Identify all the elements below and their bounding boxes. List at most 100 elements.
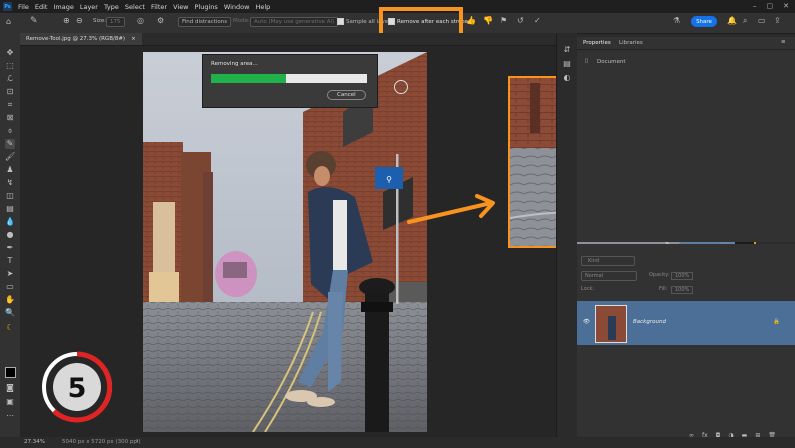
- layer-row-background[interactable]: 👁 Background 🔒: [577, 301, 795, 345]
- opacity-input[interactable]: 100%: [671, 272, 694, 280]
- blend-mode-select[interactable]: Normal: [581, 271, 637, 281]
- search-icon[interactable]: ⌕: [743, 16, 747, 26]
- zoom-tool-icon[interactable]: 🔍: [5, 308, 15, 318]
- remove-tool-icon[interactable]: ✎: [5, 139, 15, 149]
- zoom-readout[interactable]: 27.34%: [24, 439, 45, 445]
- photo-canvas[interactable]: ⚲: [143, 52, 427, 432]
- street-photo: ⚲: [143, 52, 427, 432]
- adjustments-icon[interactable]: ◐: [562, 73, 572, 83]
- eye-icon[interactable]: 👁: [583, 319, 590, 325]
- foreground-color-swatch[interactable]: [5, 367, 16, 378]
- brush-subtract-icon[interactable]: ⊖: [76, 16, 83, 25]
- flask-icon[interactable]: ⚗: [673, 16, 680, 25]
- brush-cursor: [394, 80, 408, 94]
- object-select-tool-icon[interactable]: ⊡: [5, 87, 15, 97]
- frame-tool-icon[interactable]: ⊠: [5, 113, 15, 123]
- minimize-icon[interactable]: –: [753, 2, 757, 10]
- document-tab-title: Remove-Tool.jpg @ 27.3% (RGB/8#): [26, 36, 126, 42]
- layer-filter-placeholder: Kind: [588, 258, 600, 264]
- cancel-button[interactable]: Cancel: [327, 90, 366, 100]
- menu-file[interactable]: File: [18, 3, 29, 11]
- mode-select[interactable]: Auto (May use generative AI): [250, 17, 339, 27]
- brush-tool-icon[interactable]: 🖌: [5, 152, 15, 162]
- libraries-icon[interactable]: ⇵: [562, 45, 572, 55]
- brush-add-icon[interactable]: ⊕: [63, 16, 70, 25]
- size-label: Size:: [93, 18, 107, 24]
- fill-input[interactable]: 100%: [671, 286, 694, 294]
- crop-tool-icon[interactable]: ⌗: [5, 100, 15, 110]
- fill-label: Fill:: [659, 286, 668, 292]
- screen-mode-icon[interactable]: ▣: [5, 397, 15, 407]
- blur-tool-icon[interactable]: 💧: [5, 217, 15, 227]
- menu-plugins[interactable]: Plugins: [195, 3, 218, 11]
- menu-help[interactable]: Help: [255, 3, 270, 11]
- share-screen-icon[interactable]: ⇪: [774, 16, 781, 25]
- stamp-tool-icon[interactable]: ♟: [5, 165, 15, 175]
- document-tab-bar: Remove-Tool.jpg @ 27.3% (RGB/8#) ×: [20, 33, 556, 46]
- menu-edit[interactable]: Edit: [35, 3, 48, 11]
- close-tab-icon[interactable]: ×: [131, 36, 136, 42]
- hand-tool-icon[interactable]: ✋: [5, 295, 15, 305]
- progress-title: Removing area...: [211, 61, 258, 67]
- opacity-label: Opacity:: [649, 272, 670, 278]
- menu-view[interactable]: View: [173, 3, 188, 11]
- layer-filter-input[interactable]: Kind: [581, 256, 635, 266]
- layer-name[interactable]: Background: [633, 319, 666, 325]
- move-tool-icon[interactable]: ✥: [5, 48, 15, 58]
- commit-check-icon[interactable]: ✓: [534, 16, 541, 25]
- workspace-icon[interactable]: ▭: [758, 16, 766, 25]
- gradient-tool-icon[interactable]: ▤: [5, 204, 15, 214]
- removing-progress-dialog: Removing area... Cancel: [202, 54, 378, 108]
- status-arrow-icon[interactable]: ›: [136, 438, 138, 444]
- blend-mode-value: Normal: [585, 273, 604, 279]
- menu-window[interactable]: Window: [224, 3, 250, 11]
- menu-image[interactable]: Image: [53, 3, 73, 11]
- properties-tab-bar: Properties Libraries ≡: [577, 37, 795, 50]
- pen-tool-icon[interactable]: ✒: [5, 243, 15, 253]
- comments-icon[interactable]: ▤: [562, 59, 572, 69]
- mode-label: Mode:: [233, 18, 250, 24]
- thumbs-up-icon[interactable]: 👍: [466, 16, 476, 25]
- tab-libraries[interactable]: Libraries: [619, 40, 643, 46]
- gear-icon[interactable]: ⚙: [157, 16, 164, 25]
- shape-tool-icon[interactable]: ▭: [5, 282, 15, 292]
- document-tab[interactable]: Remove-Tool.jpg @ 27.3% (RGB/8#) ×: [20, 33, 142, 45]
- find-distractions-button[interactable]: Find distractions: [178, 17, 232, 27]
- close-window-icon[interactable]: ✕: [783, 2, 789, 10]
- lasso-tool-icon[interactable]: ℒ: [5, 74, 15, 84]
- layers-panel: Kind Normal Opacity: 100% Lock: Fill: 10…: [577, 244, 795, 440]
- home-icon[interactable]: ⌂: [6, 17, 11, 26]
- dodge-tool-icon[interactable]: ●: [5, 230, 15, 240]
- pressure-icon[interactable]: ◎: [137, 16, 144, 25]
- history-brush-icon[interactable]: ↯: [5, 178, 15, 188]
- size-input[interactable]: 175: [106, 17, 125, 27]
- window-controls: – ▢ ✕: [753, 2, 789, 10]
- remove-tool-icon[interactable]: ✎: [30, 16, 38, 26]
- app-logo: Ps: [3, 2, 12, 11]
- undo-icon[interactable]: ↺: [517, 16, 524, 25]
- lock-icon: 🔒: [773, 319, 780, 325]
- eraser-tool-icon[interactable]: ◫: [5, 191, 15, 201]
- tab-properties[interactable]: Properties: [583, 40, 611, 46]
- document-info: 5040 px x 5720 px (300 ppi): [62, 439, 141, 445]
- document-icon: ▯: [585, 58, 589, 64]
- thumbs-down-icon[interactable]: 👎: [483, 16, 493, 25]
- bell-icon[interactable]: 🔔: [727, 16, 737, 25]
- type-tool-icon[interactable]: T: [5, 256, 15, 266]
- marquee-tool-icon[interactable]: ⬚: [5, 61, 15, 71]
- extra-tools-icon[interactable]: ⋯: [5, 411, 15, 421]
- path-select-icon[interactable]: ➤: [5, 269, 15, 279]
- menu-layer[interactable]: Layer: [80, 3, 98, 11]
- menu-type[interactable]: Type: [104, 3, 119, 11]
- flag-icon[interactable]: ⚑: [500, 16, 507, 25]
- quick-mask-icon[interactable]: ◙: [5, 383, 15, 393]
- svg-text:⚲: ⚲: [386, 175, 392, 184]
- eyedropper-tool-icon[interactable]: ⌽: [5, 126, 15, 136]
- maximize-icon[interactable]: ▢: [767, 2, 774, 10]
- share-button[interactable]: Share: [691, 16, 717, 27]
- menu-filter[interactable]: Filter: [151, 3, 167, 11]
- menu-select[interactable]: Select: [125, 3, 145, 11]
- checkbox-checked-icon: [337, 18, 344, 25]
- tools-panel: ✥ ⬚ ℒ ⊡ ⌗ ⊠ ⌽ ✎ 🖌 ♟ ↯ ◫ ▤ 💧 ● ✒ T ➤ ▭ ✋ …: [0, 33, 21, 440]
- panel-menu-icon[interactable]: ≡: [781, 39, 786, 45]
